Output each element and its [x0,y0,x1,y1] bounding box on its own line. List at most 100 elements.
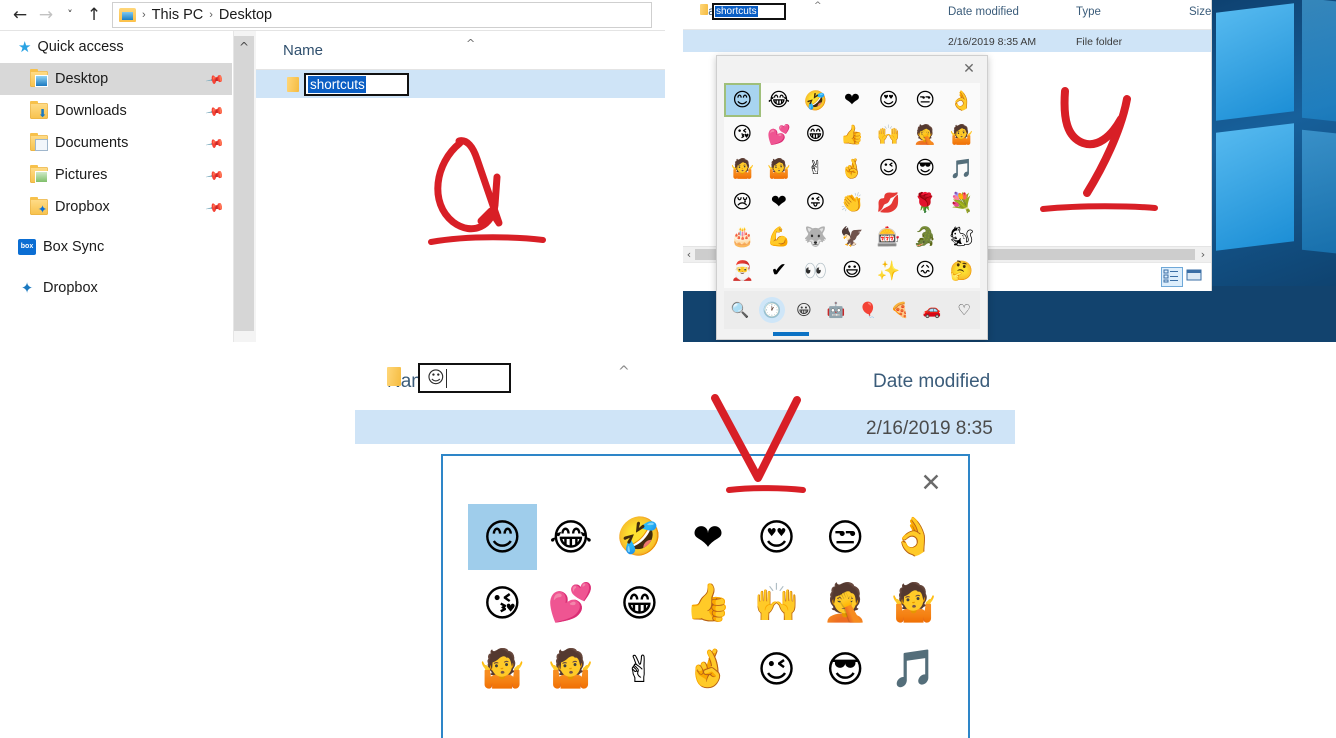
emoji-cell[interactable]: 🤷 [761,151,798,185]
emoji-cell[interactable]: 😒 [907,83,944,117]
emoji-cell[interactable]: 😉 [870,151,907,185]
column-header-type[interactable]: Type [1076,6,1101,18]
emoji-cell[interactable]: 😂 [537,504,606,570]
recent-clock-icon[interactable]: 🕐 [759,297,785,323]
breadcrumb[interactable]: › This PC › Desktop [112,2,652,28]
sidebar-item-downloads[interactable]: ⬇ Downloads 📌 [0,95,232,127]
emoji-cell[interactable]: ✨ [870,253,907,287]
emoji-cell[interactable]: 😃 [834,253,871,287]
close-icon[interactable]: ✕ [916,470,946,496]
emoji-cell[interactable]: 👍 [834,117,871,151]
emoji-cell[interactable]: 🎅 [724,253,761,287]
emoji-cell[interactable]: 😍 [742,504,811,570]
emoji-cell[interactable]: 🤞 [674,636,743,702]
close-icon[interactable]: ✕ [959,60,979,78]
emoji-cell[interactable]: 😘 [724,117,761,151]
rename-input[interactable]: shortcuts [304,72,409,96]
emoji-cell[interactable]: 😎 [811,636,880,702]
emoji-cell[interactable]: 😎 [907,151,944,185]
emoji-cell[interactable]: ✌ [605,636,674,702]
table-row[interactable]: shortcuts [256,70,665,98]
emoji-cell[interactable]: 🤔 [943,253,980,287]
emoji-cell[interactable]: 😍 [870,83,907,117]
emoji-cell[interactable]: 👌 [879,504,948,570]
pin-icon[interactable]: 📌 [205,102,225,122]
sidebar-header-quick-access[interactable]: ★ Quick access [0,31,232,63]
emoji-cell[interactable]: 😉 [742,636,811,702]
details-view-icon[interactable] [1161,267,1183,287]
pin-icon[interactable]: 📌 [205,70,225,90]
balloon-icon[interactable]: 🎈 [855,297,881,323]
emoji-cell[interactable]: 😊 [468,504,537,570]
forward-icon[interactable]: → [34,4,58,26]
rename-input[interactable]: shortcuts [712,3,786,20]
emoji-cell[interactable]: 😊 [724,83,761,117]
emoji-cell[interactable]: 🦅 [834,219,871,253]
emoji-cell[interactable]: ❤ [761,185,798,219]
emoji-cell[interactable]: 😂 [761,83,798,117]
emoji-cell[interactable]: 🤣 [797,83,834,117]
emoji-cell[interactable]: 💪 [761,219,798,253]
sidebar-item-dropbox-root[interactable]: ✦ Dropbox [0,272,232,304]
emoji-cell[interactable]: 😘 [468,570,537,636]
search-icon[interactable]: 🔍 [727,297,753,323]
emoji-cell[interactable]: 😢 [724,185,761,219]
chevron-down-icon[interactable]: ˅ [58,4,82,26]
sidebar-item-pictures[interactable]: Pictures 📌 [0,159,232,191]
column-header-size[interactable]: Size [1189,6,1211,18]
emoji-cell[interactable]: 👍 [674,570,743,636]
emoji-cell[interactable]: 😖 [907,253,944,287]
sidebar-item-documents[interactable]: Documents 📌 [0,127,232,159]
emoji-cell[interactable]: 🤷 [879,570,948,636]
column-header-date[interactable]: Date modified [873,371,990,393]
emoji-cell[interactable]: 🤦 [811,570,880,636]
table-row[interactable] [683,30,1211,52]
emoji-cell[interactable]: 🤷 [943,117,980,151]
symbols-heart-icon[interactable]: ♡ [951,297,977,323]
emoji-cell[interactable]: 😒 [811,504,880,570]
emoji-cell[interactable]: 🎂 [724,219,761,253]
emoji-cell[interactable]: 🎵 [879,636,948,702]
sidebar-scroll-thumb[interactable] [234,36,254,331]
emoji-cell[interactable]: 🌹 [907,185,944,219]
emoji-cell[interactable]: 👏 [834,185,871,219]
rename-input[interactable]: ☺ [418,363,511,393]
emoji-cell[interactable]: 🤷 [468,636,537,702]
pin-icon[interactable]: 📌 [205,198,225,218]
emoji-cell[interactable]: 🙌 [870,117,907,151]
emoji-cell[interactable]: 💕 [537,570,606,636]
column-header-name[interactable]: Name [256,42,323,59]
emoji-cell[interactable]: 🐿 [943,219,980,253]
sidebar-item-box-sync[interactable]: box Box Sync [0,231,232,263]
sidebar-item-dropbox-quick[interactable]: ✦ Dropbox 📌 [0,191,232,223]
pin-icon[interactable]: 📌 [205,134,225,154]
emoji-cell[interactable]: ✔ [761,253,798,287]
emoji-cell[interactable]: 🎰 [870,219,907,253]
kaomoji-icon[interactable]: 🤖 [823,297,849,323]
back-icon[interactable]: ← [8,4,32,26]
emoji-cell[interactable]: 🐊 [907,219,944,253]
emoji-cell[interactable]: 🤦 [907,117,944,151]
emoji-cell[interactable]: ❤ [834,83,871,117]
emoji-cell[interactable]: 🎵 [943,151,980,185]
emoji-cell[interactable]: 💋 [870,185,907,219]
up-icon[interactable]: ↑ [82,4,106,26]
large-icons-view-icon[interactable] [1185,267,1205,285]
emoji-cell[interactable]: 💕 [761,117,798,151]
column-header-date[interactable]: Date modified [948,6,1019,18]
emoji-cell[interactable]: 🤞 [834,151,871,185]
scroll-right-icon[interactable]: › [1197,248,1209,261]
vehicle-icon[interactable]: 🚗 [919,297,945,323]
food-pizza-icon[interactable]: 🍕 [887,297,913,323]
emoji-cell[interactable]: 👌 [943,83,980,117]
emoji-cell[interactable]: 🙌 [742,570,811,636]
smiley-icon[interactable]: 😀 [791,297,817,323]
emoji-cell[interactable]: 🤷 [537,636,606,702]
emoji-cell[interactable]: 😁 [605,570,674,636]
emoji-cell[interactable]: 😜 [797,185,834,219]
breadcrumb-this-pc[interactable]: This PC [152,7,204,23]
scroll-left-icon[interactable]: ‹ [683,248,695,261]
emoji-cell[interactable]: 🐺 [797,219,834,253]
breadcrumb-desktop[interactable]: Desktop [219,7,272,23]
emoji-cell[interactable]: 🤣 [605,504,674,570]
